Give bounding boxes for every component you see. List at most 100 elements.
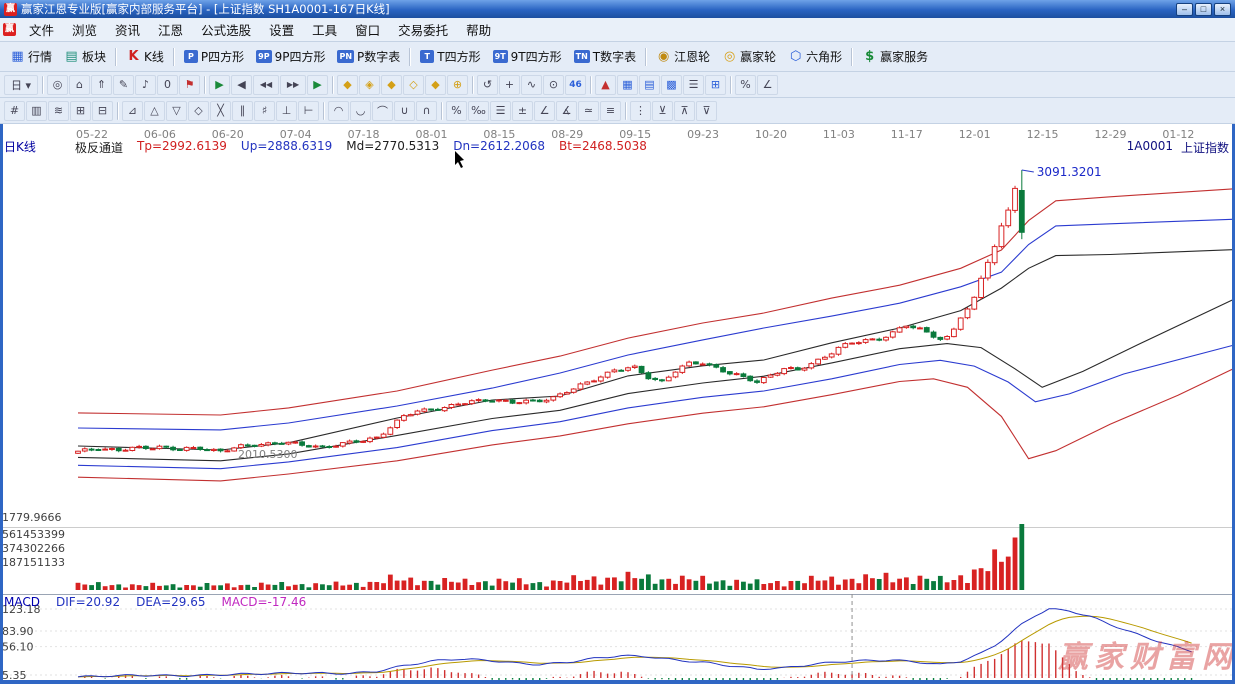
tool-icon-button[interactable]: ▽ xyxy=(166,101,187,121)
tool-icon-button[interactable]: ∩ xyxy=(416,101,437,121)
tool-icon-button[interactable] xyxy=(472,76,474,94)
tool-icon-button[interactable]: ▩ xyxy=(661,75,682,95)
tool-icon-button[interactable]: ▶ xyxy=(307,75,328,95)
tool-icon-button[interactable]: 日 ▾ xyxy=(4,75,38,95)
tool-icon-button[interactable]: ╳ xyxy=(210,101,231,121)
window-control-button[interactable]: × xyxy=(1214,3,1231,16)
tool-icon-button[interactable]: 46 xyxy=(565,75,586,95)
toolbar-button[interactable]: ◎ 赢家轮 xyxy=(716,45,782,68)
tool-icon-button[interactable]: ◆ xyxy=(337,75,358,95)
tool-icon-button[interactable]: ∿ xyxy=(521,75,542,95)
tool-icon-button[interactable] xyxy=(625,102,627,120)
tool-icon-button[interactable]: ⚑ xyxy=(179,75,200,95)
menu-item[interactable]: 交易委托 xyxy=(389,18,457,41)
menu-item[interactable]: 工具 xyxy=(303,18,346,41)
toolbar-button[interactable]: ◉ 江恩轮 xyxy=(650,45,716,68)
tool-icon-button[interactable]: ⊟ xyxy=(92,101,113,121)
tool-icon-button[interactable]: ♯ xyxy=(254,101,275,121)
toolbar-button[interactable]: P P四方形 xyxy=(178,45,250,68)
tool-icon-button[interactable]: ◈ xyxy=(359,75,380,95)
tool-icon-button[interactable]: ⊞ xyxy=(70,101,91,121)
toolbar-button[interactable]: ⬡ 六角形 xyxy=(782,45,848,68)
menu-item[interactable]: 江恩 xyxy=(149,18,192,41)
tool-icon-button[interactable] xyxy=(323,102,325,120)
tool-icon-button[interactable]: ◎ xyxy=(47,75,68,95)
tool-icon-button[interactable] xyxy=(730,76,732,94)
tool-icon-button[interactable]: ▲ xyxy=(595,75,616,95)
window-control-button[interactable]: □ xyxy=(1195,3,1212,16)
toolbar-button[interactable]: K K线 xyxy=(120,45,170,68)
tool-icon-button[interactable]: ≃ xyxy=(578,101,599,121)
toolbar-button[interactable] xyxy=(115,48,117,66)
menu-item[interactable]: 设置 xyxy=(260,18,303,41)
tool-icon-button[interactable]: ∠ xyxy=(757,75,778,95)
tool-icon-button[interactable]: ∡ xyxy=(556,101,577,121)
tool-icon-button[interactable] xyxy=(117,102,119,120)
tool-icon-button[interactable]: ◠ xyxy=(328,101,349,121)
toolbar-button[interactable] xyxy=(851,48,853,66)
tool-icon-button[interactable]: △ xyxy=(144,101,165,121)
tool-icon-button[interactable] xyxy=(332,76,334,94)
tool-icon-button[interactable]: % xyxy=(446,101,467,121)
tool-icon-button[interactable]: ☰ xyxy=(683,75,704,95)
tool-icon-button[interactable]: ▥ xyxy=(26,101,47,121)
tool-icon-button[interactable]: ◆ xyxy=(381,75,402,95)
tool-icon-button[interactable]: ∪ xyxy=(394,101,415,121)
tool-icon-button[interactable]: ▤ xyxy=(639,75,660,95)
tool-icon-button[interactable]: ▶ xyxy=(209,75,230,95)
tool-icon-button[interactable]: ‰ xyxy=(468,101,489,121)
tool-icon-button[interactable]: ☰ xyxy=(490,101,511,121)
tool-icon-button[interactable] xyxy=(42,76,44,94)
menu-item[interactable]: 资讯 xyxy=(106,18,149,41)
tool-icon-button[interactable]: ⇑ xyxy=(91,75,112,95)
tool-icon-button[interactable]: ⋮ xyxy=(630,101,651,121)
menu-item[interactable]: 文件 xyxy=(20,18,63,41)
toolbar-button[interactable] xyxy=(409,48,411,66)
tool-icon-button[interactable]: # xyxy=(4,101,25,121)
tool-icon-button[interactable]: ⊥ xyxy=(276,101,297,121)
tool-icon-button[interactable]: ✎ xyxy=(113,75,134,95)
menu-item[interactable]: 浏览 xyxy=(63,18,106,41)
tool-icon-button[interactable]: ⊿ xyxy=(122,101,143,121)
toolbar-button[interactable] xyxy=(645,48,647,66)
tool-icon-button[interactable]: ◇ xyxy=(188,101,209,121)
tool-icon-button[interactable]: ⊞ xyxy=(705,75,726,95)
tool-icon-button[interactable]: ± xyxy=(512,101,533,121)
toolbar-button[interactable]: ▤ 板块 xyxy=(58,45,112,68)
tool-icon-button[interactable] xyxy=(441,102,443,120)
tool-icon-button[interactable]: ⌒ xyxy=(372,101,393,121)
tool-icon-button[interactable]: ▶▶ xyxy=(280,75,306,95)
tool-icon-button[interactable]: ◡ xyxy=(350,101,371,121)
tool-icon-button[interactable]: ∥ xyxy=(232,101,253,121)
tool-icon-button[interactable]: ⊙ xyxy=(543,75,564,95)
tool-icon-button[interactable]: ⊢ xyxy=(298,101,319,121)
toolbar-button[interactable]: 9T 9T四方形 xyxy=(487,45,568,68)
tool-icon-button[interactable] xyxy=(204,76,206,94)
tool-icon-button[interactable]: ∠ xyxy=(534,101,555,121)
tool-icon-button[interactable]: ⊕ xyxy=(447,75,468,95)
tool-icon-button[interactable]: ⌂ xyxy=(69,75,90,95)
window-control-button[interactable]: – xyxy=(1176,3,1193,16)
toolbar-button[interactable]: 9P 9P四方形 xyxy=(250,45,331,68)
tool-icon-button[interactable]: ♪ xyxy=(135,75,156,95)
tool-icon-button[interactable]: ≡ xyxy=(600,101,621,121)
toolbar-button[interactable]: ▦ 行情 xyxy=(4,45,58,68)
tool-icon-button[interactable]: ◆ xyxy=(425,75,446,95)
tool-icon-button[interactable]: 0 xyxy=(157,75,178,95)
toolbar-button[interactable]: TN T数字表 xyxy=(568,45,643,68)
toolbar-button[interactable]: T T四方形 xyxy=(414,45,486,68)
tool-icon-button[interactable]: ⊼ xyxy=(674,101,695,121)
tool-icon-button[interactable]: ▦ xyxy=(617,75,638,95)
tool-icon-button[interactable]: ⊻ xyxy=(652,101,673,121)
toolbar-button[interactable]: $ 赢家服务 xyxy=(856,45,934,68)
toolbar-button[interactable]: PN P数字表 xyxy=(331,45,406,68)
menu-item[interactable]: 帮助 xyxy=(457,18,500,41)
tool-icon-button[interactable]: ⊽ xyxy=(696,101,717,121)
tool-icon-button[interactable] xyxy=(590,76,592,94)
menu-item[interactable]: 窗口 xyxy=(346,18,389,41)
tool-icon-button[interactable]: ◇ xyxy=(403,75,424,95)
tool-icon-button[interactable]: + xyxy=(499,75,520,95)
tool-icon-button[interactable]: ↺ xyxy=(477,75,498,95)
tool-icon-button[interactable]: ◀ xyxy=(231,75,252,95)
toolbar-button[interactable] xyxy=(173,48,175,66)
